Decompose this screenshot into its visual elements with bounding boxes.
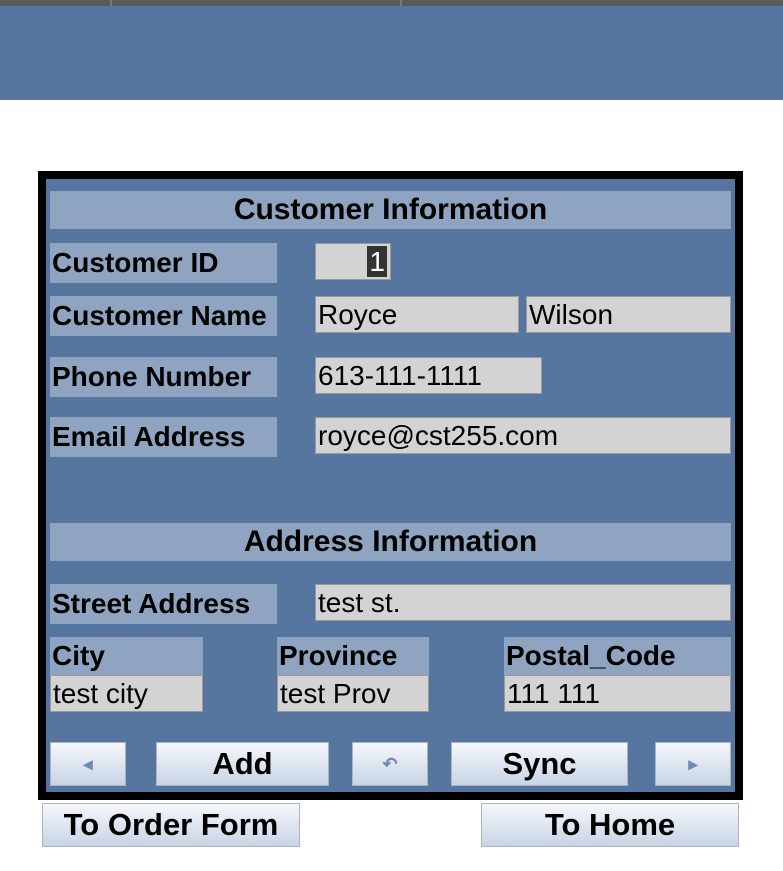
- previous-arrow-icon: ◂: [83, 754, 93, 774]
- postal-code-label: Postal_Code: [504, 637, 731, 675]
- to-home-button[interactable]: To Home: [481, 803, 739, 847]
- undo-button[interactable]: ↶: [352, 742, 428, 786]
- previous-record-button[interactable]: ◂: [50, 742, 126, 786]
- customer-id-label: Customer ID: [50, 243, 277, 283]
- customer-id-field[interactable]: 1: [315, 243, 391, 280]
- postal-code-field[interactable]: 111 111: [504, 675, 731, 712]
- phone-number-field[interactable]: 613-111-1111: [315, 357, 542, 394]
- phone-number-label: Phone Number: [50, 357, 277, 397]
- customer-id-value: 1: [367, 246, 387, 277]
- first-name-field[interactable]: Royce: [315, 296, 519, 333]
- street-address-label: Street Address: [50, 584, 277, 624]
- next-record-button[interactable]: ▸: [655, 742, 731, 786]
- city-label: City: [50, 637, 203, 675]
- customer-name-label: Customer Name: [50, 296, 277, 336]
- customer-info-title: Customer Information: [50, 191, 731, 229]
- email-address-label: Email Address: [50, 417, 277, 457]
- last-name-field[interactable]: Wilson: [526, 296, 731, 333]
- to-order-form-button[interactable]: To Order Form: [42, 803, 300, 847]
- next-arrow-icon: ▸: [688, 754, 698, 774]
- street-address-field[interactable]: test st.: [315, 584, 731, 621]
- province-field[interactable]: test Prov: [277, 675, 429, 712]
- email-address-field[interactable]: royce@cst255.com: [315, 417, 731, 454]
- province-label: Province: [277, 637, 429, 675]
- add-button[interactable]: Add: [156, 742, 329, 786]
- header-band: [0, 6, 783, 100]
- address-info-title: Address Information: [50, 523, 731, 561]
- city-field[interactable]: test city: [50, 675, 203, 712]
- sync-button[interactable]: Sync: [451, 742, 628, 786]
- undo-icon: ↶: [382, 754, 398, 774]
